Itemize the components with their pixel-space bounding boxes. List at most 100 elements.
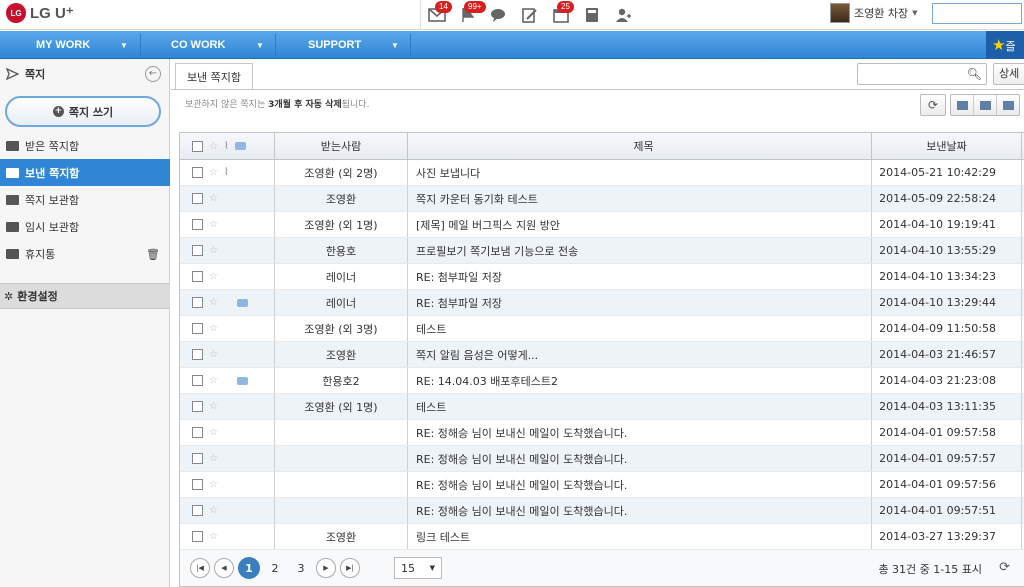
compose-button[interactable]: + 쪽지 쓰기 bbox=[5, 96, 161, 127]
sidebar-item-drafts[interactable]: 임시 보관함 bbox=[0, 213, 170, 240]
table-row[interactable]: ☆ 레이너 RE: 첨부파일 저장 2014-04-10 13:29:44 bbox=[180, 290, 1024, 316]
sidebar-item-trash[interactable]: 휴지통 🗑 bbox=[0, 240, 170, 267]
row-subject[interactable]: 링크 테스트 bbox=[408, 524, 872, 549]
collapse-arrow-icon[interactable]: ← bbox=[145, 66, 161, 82]
flag-icon[interactable]: 99+ bbox=[452, 0, 486, 30]
row-subject[interactable]: 프로필보기 쪽기보냄 기능으로 전송 bbox=[408, 238, 872, 263]
per-page-select[interactable]: 15 ▼ bbox=[394, 557, 442, 579]
row-checkbox[interactable] bbox=[192, 349, 203, 360]
list-view-button[interactable] bbox=[951, 95, 974, 115]
favorites-button[interactable]: ★즐 bbox=[986, 31, 1024, 59]
table-row[interactable]: ☆ RE: 정해승 님이 보내신 메일이 도착했습니다. 2014-04-01 09… bbox=[180, 472, 1024, 498]
search-icon[interactable]: 🔍︎ bbox=[967, 67, 982, 81]
split-view-button[interactable] bbox=[974, 95, 997, 115]
row-checkbox[interactable] bbox=[192, 245, 203, 256]
table-row[interactable]: ☆ 조영환 쪽지 카운터 동기화 테스트 2014-05-09 22:58:24 bbox=[180, 186, 1024, 212]
table-row[interactable]: ☆ 조영환 (외 1명) [제목] 메일 버그픽스 지원 방안 2014-04-10 … bbox=[180, 212, 1024, 238]
row-subject[interactable]: 테스트 bbox=[408, 316, 872, 341]
star-icon[interactable]: ☆ bbox=[209, 323, 218, 334]
nav-my-work[interactable]: MY WORK ▼ bbox=[36, 31, 136, 59]
header-recipient[interactable]: 받는사람 bbox=[275, 133, 408, 159]
sidebar-settings[interactable]: ✲ 환경설정 bbox=[0, 283, 170, 309]
prev-page-button[interactable]: ◀ bbox=[214, 558, 234, 578]
star-icon[interactable]: ☆ bbox=[209, 245, 218, 256]
row-checkbox[interactable] bbox=[192, 505, 203, 516]
table-row[interactable]: ☆ RE: 정해승 님이 보내신 메일이 도착했습니다. 2014-04-01 09… bbox=[180, 446, 1024, 472]
row-checkbox[interactable] bbox=[192, 531, 203, 542]
table-row[interactable]: ☆ 조영환 (외 3명) 테스트 2014-04-09 11:50:58 bbox=[180, 316, 1024, 342]
preview-view-button[interactable] bbox=[997, 95, 1019, 115]
row-subject[interactable]: RE: 정해승 님이 보내신 메일이 도착했습니다. bbox=[408, 498, 872, 523]
detail-search-button[interactable]: 상세 bbox=[993, 63, 1024, 85]
row-subject[interactable]: RE: 정해승 님이 보내신 메일이 도착했습니다. bbox=[408, 420, 872, 445]
row-subject[interactable]: RE: 첨부파일 저장 bbox=[408, 290, 872, 315]
mail-icon[interactable]: 14 bbox=[421, 0, 452, 30]
row-checkbox[interactable] bbox=[192, 453, 203, 464]
sidebar-item-sent[interactable]: 보낸 쪽지함 bbox=[0, 159, 170, 186]
page-3-button[interactable]: 3 bbox=[290, 557, 312, 579]
row-subject[interactable]: 쪽지 알림 음성은 어떻게... bbox=[408, 342, 872, 367]
table-row[interactable]: ☆ ⌇ 조영환 (외 2명) 사진 보냅니다 2014-05-21 10:42:29 bbox=[180, 160, 1024, 186]
row-checkbox[interactable] bbox=[192, 479, 203, 490]
row-checkbox[interactable] bbox=[192, 323, 203, 334]
header-date[interactable]: 보낸날짜 bbox=[872, 133, 1022, 159]
tab-sent[interactable]: 보낸 쪽지함 bbox=[175, 63, 253, 90]
star-icon[interactable]: ☆ bbox=[209, 167, 218, 178]
star-icon[interactable]: ☆ bbox=[209, 453, 218, 464]
sidebar-item-archive[interactable]: 쪽지 보관함 bbox=[0, 186, 170, 213]
message-search-input[interactable]: 🔍︎ bbox=[857, 63, 987, 85]
row-subject[interactable]: RE: 정해승 님이 보내신 메일이 도착했습니다. bbox=[408, 446, 872, 471]
row-checkbox[interactable] bbox=[192, 167, 203, 178]
table-row[interactable]: ☆ 조영환 링크 테스트 2014-03-27 13:29:37 bbox=[180, 524, 1024, 550]
first-page-button[interactable]: |◀ bbox=[190, 558, 210, 578]
calendar-icon[interactable]: 25 bbox=[545, 0, 576, 30]
table-row[interactable]: ☆ 한용호 프로필보기 쪽기보냄 기능으로 전송 2014-04-10 13:55:2… bbox=[180, 238, 1024, 264]
row-checkbox[interactable] bbox=[192, 219, 203, 230]
select-all-checkbox[interactable] bbox=[192, 140, 203, 152]
page-2-button[interactable]: 2 bbox=[264, 557, 286, 579]
page-1-button[interactable]: 1 bbox=[238, 557, 260, 579]
row-checkbox[interactable] bbox=[192, 427, 203, 438]
star-icon[interactable]: ☆ bbox=[209, 297, 218, 308]
star-icon[interactable]: ☆ bbox=[209, 479, 218, 490]
table-row[interactable]: ☆ 조영환 (외 1명) 테스트 2014-04-03 13:11:35 bbox=[180, 394, 1024, 420]
user-menu[interactable]: 조영환 차장 ▼ bbox=[830, 3, 918, 23]
nav-co-work[interactable]: CO WORK ▼ bbox=[171, 31, 271, 59]
row-checkbox[interactable] bbox=[192, 271, 203, 282]
row-subject[interactable]: 쪽지 카운터 동기화 테스트 bbox=[408, 186, 872, 211]
row-checkbox[interactable] bbox=[192, 193, 203, 204]
row-subject[interactable]: RE: 정해승 님이 보내신 메일이 도착했습니다. bbox=[408, 472, 872, 497]
header-subject[interactable]: 제목 bbox=[408, 133, 872, 159]
nav-support[interactable]: SUPPORT ▼ bbox=[308, 31, 408, 59]
star-icon[interactable]: ☆ bbox=[209, 271, 218, 282]
next-page-button[interactable]: ▶ bbox=[316, 558, 336, 578]
add-user-icon[interactable] bbox=[607, 0, 638, 30]
table-row[interactable]: ☆ 한용호2 RE: 14.04.03 배포후테스트2 2014-04-03 21:2… bbox=[180, 368, 1024, 394]
chat-icon[interactable] bbox=[483, 0, 514, 30]
refresh-icon[interactable]: ⟳ bbox=[999, 560, 1010, 575]
empty-trash-icon[interactable]: 🗑 bbox=[146, 248, 160, 261]
table-row[interactable]: ☆ 조영환 쪽지 알림 음성은 어떻게... 2014-04-03 21:46:57 bbox=[180, 342, 1024, 368]
row-subject[interactable]: 사진 보냅니다 bbox=[408, 160, 872, 185]
row-subject[interactable]: [제목] 메일 버그픽스 지원 방안 bbox=[408, 212, 872, 237]
star-icon[interactable]: ☆ bbox=[209, 375, 218, 386]
row-checkbox[interactable] bbox=[192, 401, 203, 412]
table-row[interactable]: ☆ RE: 정해승 님이 보내신 메일이 도착했습니다. 2014-04-01 09… bbox=[180, 498, 1024, 524]
row-checkbox[interactable] bbox=[192, 375, 203, 386]
top-search-input[interactable] bbox=[932, 3, 1022, 24]
row-subject[interactable]: RE: 14.04.03 배포후테스트2 bbox=[408, 368, 872, 393]
edit-icon[interactable] bbox=[514, 0, 545, 30]
table-row[interactable]: ☆ RE: 정해승 님이 보내신 메일이 도착했습니다. 2014-04-01 09… bbox=[180, 420, 1024, 446]
table-row[interactable]: ☆ 레이너 RE: 첨부파일 저장 2014-04-10 13:34:23 bbox=[180, 264, 1024, 290]
sidebar-item-inbox[interactable]: 받은 쪽지함 bbox=[0, 132, 170, 159]
brand-logo[interactable]: LG LG U⁺ bbox=[6, 3, 74, 23]
row-checkbox[interactable] bbox=[192, 297, 203, 308]
star-icon[interactable]: ☆ bbox=[209, 193, 218, 204]
calculator-icon[interactable] bbox=[576, 0, 607, 30]
star-icon[interactable]: ☆ bbox=[209, 401, 218, 412]
row-subject[interactable]: RE: 첨부파일 저장 bbox=[408, 264, 872, 289]
row-subject[interactable]: 테스트 bbox=[408, 394, 872, 419]
star-icon[interactable]: ☆ bbox=[209, 505, 218, 516]
star-icon[interactable]: ☆ bbox=[209, 349, 218, 360]
star-icon[interactable]: ☆ bbox=[209, 427, 218, 438]
